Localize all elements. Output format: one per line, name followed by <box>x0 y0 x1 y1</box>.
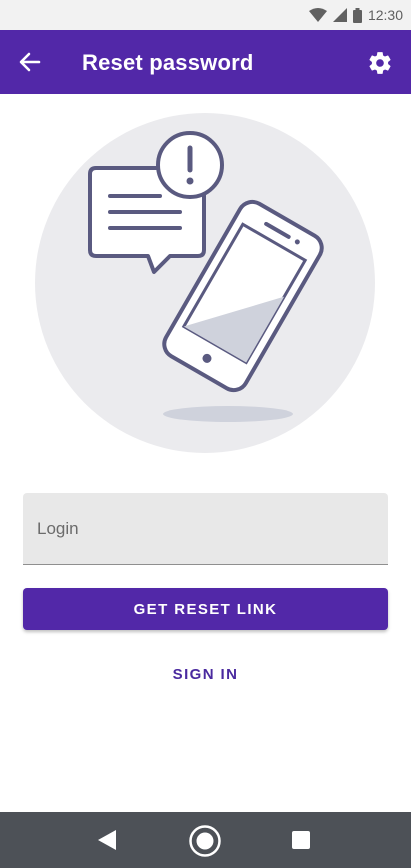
sign-in-button[interactable]: SIGN IN <box>150 657 261 691</box>
nav-recents-icon[interactable] <box>291 830 311 850</box>
cell-signal-icon <box>332 8 347 22</box>
phone-shadow <box>163 406 293 422</box>
nav-home-icon[interactable] <box>188 824 222 858</box>
status-bar: 12:30 <box>0 0 411 30</box>
page-title: Reset password <box>82 50 254 75</box>
get-reset-link-button[interactable]: GET RESET LINK <box>23 588 388 630</box>
nav-back-icon[interactable] <box>96 828 118 852</box>
login-field[interactable] <box>23 493 388 565</box>
status-icons: 12:30 <box>308 6 403 24</box>
alert-icon <box>156 131 224 199</box>
system-nav-bar <box>0 812 411 868</box>
login-input[interactable] <box>23 493 388 564</box>
get-reset-link-label: GET RESET LINK <box>133 600 278 618</box>
arrow-left-icon[interactable] <box>16 48 44 76</box>
sign-in-label: SIGN IN <box>172 665 239 683</box>
battery-icon <box>352 7 362 23</box>
reset-password-illustration <box>35 113 375 453</box>
wifi-icon <box>308 8 327 22</box>
gear-icon[interactable] <box>367 50 393 76</box>
status-time: 12:30 <box>367 7 403 23</box>
app-bar: Reset password <box>0 30 411 94</box>
